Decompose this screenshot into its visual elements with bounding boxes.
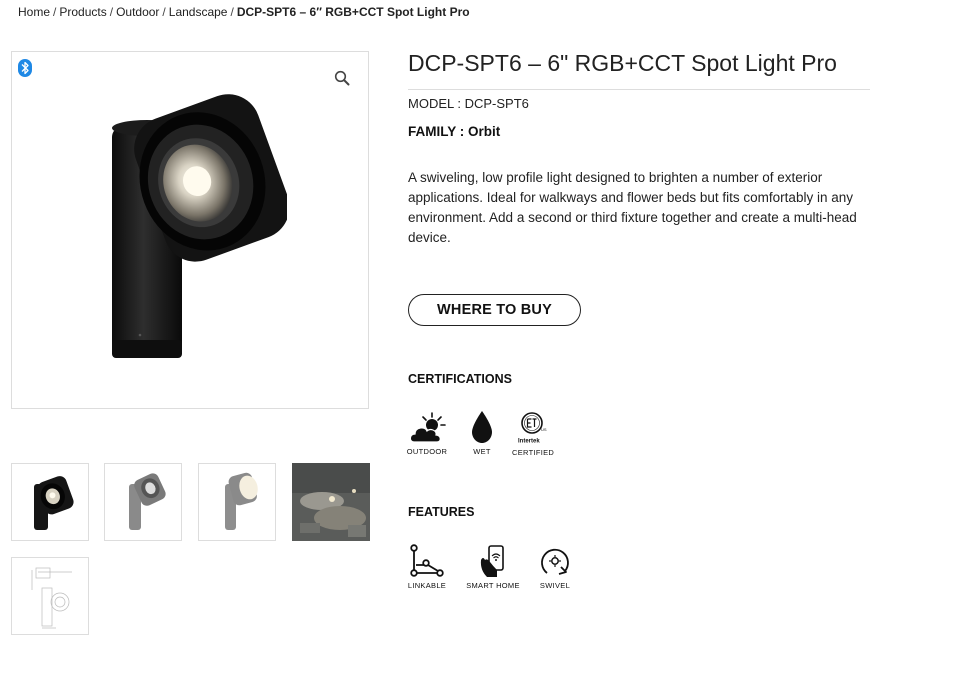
bluetooth-icon bbox=[18, 59, 32, 77]
breadcrumb: Home / Products / Outdoor / Landscape / DCP-SPT6… bbox=[18, 5, 470, 19]
feature-smart-home-label: SMART HOME bbox=[466, 581, 520, 590]
breadcrumb-separator: / bbox=[162, 5, 166, 19]
magnifier-icon[interactable] bbox=[334, 70, 350, 86]
thumbnail-front-view[interactable] bbox=[11, 463, 89, 541]
linkable-icon bbox=[410, 544, 444, 577]
svg-text:US: US bbox=[541, 427, 547, 432]
feature-linkable-label: LINKABLE bbox=[407, 581, 447, 590]
feature-swivel-label: SWIVEL bbox=[539, 581, 571, 590]
breadcrumb-landscape-link[interactable]: Landscape bbox=[169, 5, 228, 19]
certification-certified-label: CERTIFIED bbox=[512, 448, 555, 457]
thumbnail-lit-view[interactable] bbox=[198, 463, 276, 541]
features-heading: FEATURES bbox=[408, 505, 475, 519]
thumbnail-side-view[interactable] bbox=[104, 463, 182, 541]
product-title: DCP-SPT6 – 6" RGB+CCT Spot Light Pro bbox=[408, 50, 837, 76]
product-photo bbox=[112, 94, 287, 358]
thumbnail-installation-photo[interactable] bbox=[292, 463, 370, 541]
etl-intertek-icon: US Intertek bbox=[518, 412, 547, 445]
title-divider bbox=[408, 89, 870, 90]
where-to-buy-button[interactable]: WHERE TO BUY bbox=[408, 294, 581, 326]
certifications-heading: CERTIFICATIONS bbox=[408, 372, 512, 386]
breadcrumb-separator: / bbox=[109, 5, 114, 19]
breadcrumb-current: DCP-SPT6 – 6″ RGB+CCT Spot Light Pro bbox=[236, 5, 470, 19]
product-family: FAMILY : Orbit bbox=[408, 124, 501, 139]
product-description: A swiveling, low profile light designed … bbox=[408, 170, 857, 245]
swivel-icon bbox=[541, 548, 569, 575]
feature-swivel: SWIVEL bbox=[536, 545, 574, 590]
smart-home-icon bbox=[480, 545, 504, 577]
breadcrumb-separator: / bbox=[230, 5, 234, 19]
feature-linkable: LINKABLE bbox=[404, 544, 450, 590]
thumbnail-dimension-drawing[interactable] bbox=[11, 557, 89, 635]
certification-outdoor-label: OUTDOOR bbox=[406, 447, 448, 456]
sun-cloud-icon bbox=[409, 412, 446, 443]
breadcrumb-separator: / bbox=[53, 5, 57, 19]
main-product-image[interactable] bbox=[11, 51, 369, 409]
product-model: MODEL : DCP-SPT6 bbox=[408, 96, 529, 111]
certification-wet: WET bbox=[466, 410, 498, 456]
breadcrumb-outdoor-link[interactable]: Outdoor bbox=[116, 5, 159, 19]
certification-outdoor: OUTDOOR bbox=[404, 412, 450, 456]
feature-smart-home: SMART HOME bbox=[464, 544, 522, 590]
certification-certified: US Intertek CERTIFIED bbox=[512, 411, 554, 457]
certification-wet-label: WET bbox=[473, 447, 491, 456]
breadcrumb-products-link[interactable]: Products bbox=[59, 5, 106, 19]
water-drop-icon bbox=[472, 411, 492, 443]
breadcrumb-home-link[interactable]: Home bbox=[18, 5, 50, 19]
intertek-logo-text: Intertek bbox=[518, 439, 540, 445]
